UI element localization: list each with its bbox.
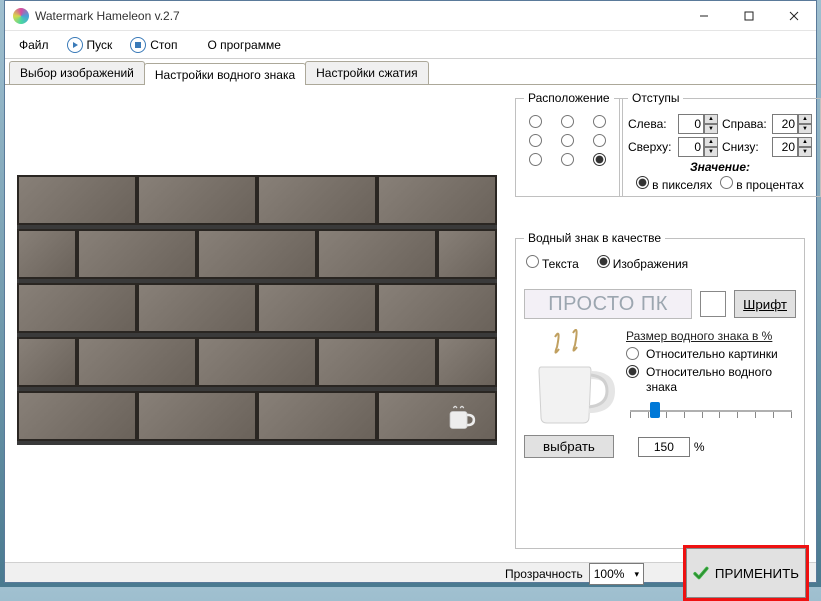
margin-left-spinner[interactable]: ▲▼ [678, 114, 718, 134]
window-buttons [681, 1, 816, 30]
checkmark-icon [693, 562, 709, 584]
font-button[interactable]: Шрифт [734, 290, 796, 318]
position-bottom-left[interactable] [526, 153, 545, 166]
size-value-input[interactable] [638, 437, 690, 457]
menu-file[interactable]: Файл [11, 34, 57, 56]
app-window: Watermark Hameleon v.2.7 Файл Пуск Стоп … [4, 0, 817, 583]
play-icon [67, 37, 83, 53]
fieldset-margins: Отступы Слева: ▲▼ Справа: ▲▼ Сверху: ▲▼ … [619, 91, 821, 197]
tab-select-images[interactable]: Выбор изображений [9, 61, 145, 84]
choose-image-button[interactable]: выбрать [524, 435, 614, 458]
watermark-image-preview [524, 329, 616, 429]
margin-bottom-label: Снизу: [722, 140, 768, 154]
margin-top-spinner[interactable]: ▲▼ [678, 137, 718, 157]
position-top-right[interactable] [590, 115, 609, 128]
position-top-center[interactable] [558, 115, 577, 128]
margins-unit-percent[interactable] [720, 176, 733, 189]
color-swatch[interactable] [700, 291, 726, 317]
close-button[interactable] [771, 1, 816, 30]
apply-highlight: ПРИМЕНИТЬ [683, 545, 809, 601]
app-icon [13, 8, 29, 24]
maximize-button[interactable] [726, 1, 771, 30]
stop-icon [130, 37, 146, 53]
minimize-button[interactable] [681, 1, 726, 30]
margins-unit-pixels[interactable] [636, 176, 649, 189]
toolbar: Файл Пуск Стоп О программе [5, 31, 816, 59]
size-relative-watermark-radio[interactable] [626, 365, 639, 378]
opacity-row: Прозрачность 100% ▾ [505, 563, 644, 585]
menu-about[interactable]: О программе [199, 34, 288, 56]
fieldset-watermark-type: Водный знак в качестве Текста Изображени… [515, 231, 805, 549]
margins-value-label: Значение: [628, 160, 812, 174]
watermark-text-preview: ПРОСТО ПК [524, 289, 692, 319]
fieldset-position: Расположение [515, 91, 623, 197]
size-heading: Размер водного знака в % [626, 329, 796, 343]
titlebar: Watermark Hameleon v.2.7 [5, 1, 816, 31]
position-middle-center[interactable] [558, 134, 577, 147]
position-legend: Расположение [524, 91, 614, 105]
position-bottom-right[interactable] [590, 153, 609, 166]
position-top-left[interactable] [526, 115, 545, 128]
spin-down-icon[interactable]: ▼ [704, 124, 718, 134]
wmtype-text-radio[interactable] [526, 255, 539, 268]
opacity-select[interactable]: 100% ▾ [589, 563, 644, 585]
opacity-label: Прозрачность [505, 567, 583, 581]
tab-content: Расположение Отступы Слева: ▲▼ Справа: ▲… [5, 85, 816, 562]
chevron-down-icon: ▾ [634, 569, 639, 580]
size-slider[interactable] [630, 400, 792, 422]
margin-right-spinner[interactable]: ▲▼ [772, 114, 812, 134]
wmtype-image-radio[interactable] [597, 255, 610, 268]
margin-top-label: Сверху: [628, 140, 674, 154]
tab-watermark-settings[interactable]: Настройки водного знака [144, 63, 306, 85]
position-bottom-center[interactable] [558, 153, 577, 166]
window-title: Watermark Hameleon v.2.7 [35, 9, 681, 23]
toolbar-start-button[interactable]: Пуск [59, 33, 121, 57]
margin-bottom-spinner[interactable]: ▲▼ [772, 137, 812, 157]
margin-right-label: Справа: [722, 117, 768, 131]
wmtype-legend: Водный знак в качестве [524, 231, 665, 245]
position-middle-left[interactable] [526, 134, 545, 147]
tab-compression-settings[interactable]: Настройки сжатия [305, 61, 428, 84]
position-middle-right[interactable] [590, 134, 609, 147]
apply-button[interactable]: ПРИМЕНИТЬ [686, 548, 806, 598]
slider-thumb-icon[interactable] [650, 402, 660, 418]
percent-sign: % [694, 440, 705, 454]
toolbar-stop-button[interactable]: Стоп [122, 33, 185, 57]
spin-up-icon[interactable]: ▲ [704, 114, 718, 124]
margins-legend: Отступы [628, 91, 683, 105]
size-relative-image-radio[interactable] [626, 347, 639, 360]
watermark-preview-icon [445, 403, 479, 433]
tabs: Выбор изображений Настройки водного знак… [5, 59, 816, 85]
image-preview [17, 175, 497, 445]
margin-left-label: Слева: [628, 117, 674, 131]
